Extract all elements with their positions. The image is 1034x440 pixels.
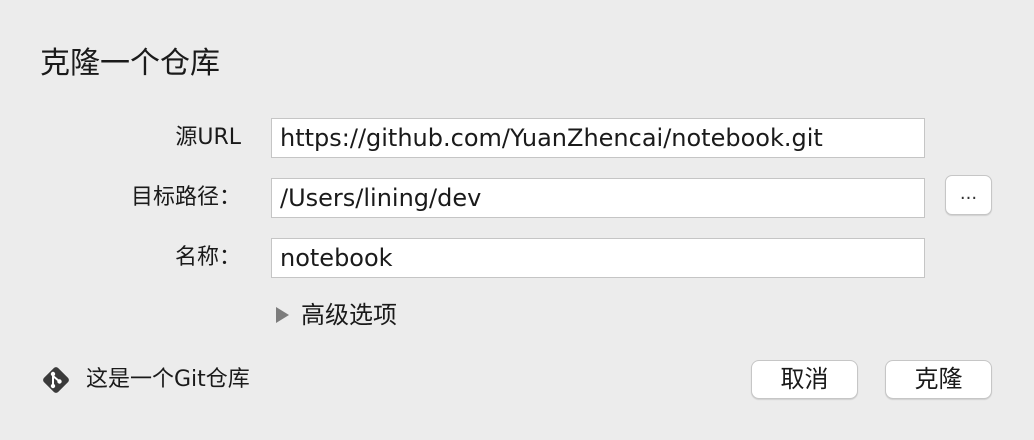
repo-status-label: 这是一个Git仓库 bbox=[86, 367, 250, 392]
source-url-input[interactable] bbox=[271, 118, 925, 158]
browse-button[interactable]: ... bbox=[945, 175, 992, 215]
clone-button[interactable]: 克隆 bbox=[885, 360, 992, 399]
target-path-label: 目标路径： bbox=[130, 185, 241, 210]
advanced-options-label: 高级选项 bbox=[301, 301, 397, 329]
advanced-options-toggle[interactable]: 高级选项 bbox=[276, 296, 397, 334]
name-input[interactable] bbox=[271, 238, 925, 278]
repo-status: 这是一个Git仓库 bbox=[40, 360, 250, 400]
cancel-button[interactable]: 取消 bbox=[751, 360, 858, 399]
disclosure-triangle-icon[interactable] bbox=[276, 307, 289, 323]
source-url-label: 源URL bbox=[175, 125, 241, 150]
git-icon bbox=[43, 367, 69, 393]
name-label: 名称： bbox=[174, 245, 241, 270]
target-path-input[interactable] bbox=[271, 178, 925, 218]
dialog-title: 克隆一个仓库 bbox=[40, 46, 220, 81]
